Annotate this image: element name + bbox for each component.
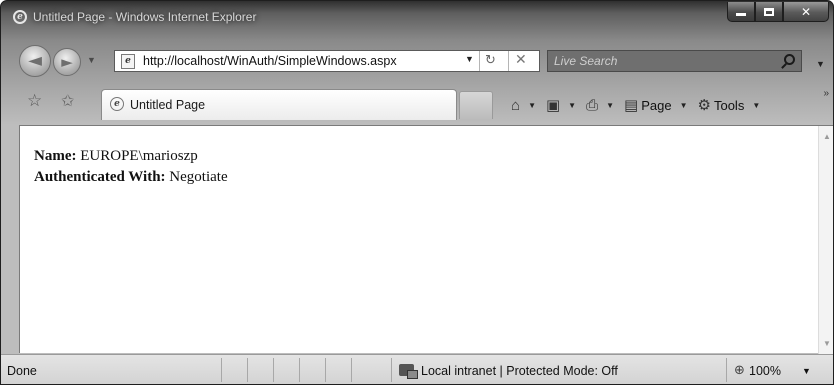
back-button[interactable]: ◄ — [19, 45, 51, 77]
command-buttons: ⌂ ▼ ▣ ▼ ⎙ ▼ ▤ Page ▼ ⚙ Tools ▼ — [511, 93, 770, 117]
recent-pages-dropdown-icon[interactable]: ▼ — [87, 55, 96, 65]
ie-logo-icon: e — [13, 10, 27, 24]
status-divider — [247, 358, 248, 382]
forward-arrow-icon: ► — [61, 53, 73, 71]
tools-menu-button[interactable]: ⚙ Tools ▼ — [698, 96, 771, 114]
maximize-icon — [764, 7, 774, 16]
add-to-favorites-icon[interactable]: ✩ — [61, 91, 74, 111]
page-content: Name: EUROPE\marioszp Authenticated With… — [19, 125, 833, 354]
auth-line: Authenticated With: Negotiate — [34, 169, 228, 186]
page-menu-button[interactable]: ▤ Page ▼ — [624, 96, 697, 114]
minimize-button[interactable] — [727, 2, 755, 22]
favorites-center-icon[interactable]: ☆ — [27, 91, 42, 111]
close-button[interactable]: ✕ — [783, 2, 829, 22]
status-divider — [273, 358, 274, 382]
name-value: EUROPE\marioszp — [80, 148, 198, 164]
address-dropdown-icon[interactable]: ▼ — [465, 54, 474, 64]
tools-menu-label: Tools — [713, 97, 745, 113]
gear-icon: ⚙ — [697, 97, 711, 114]
search-icon[interactable] — [784, 54, 795, 65]
search-box — [547, 50, 802, 72]
title-bar[interactable]: e Untitled Page - Windows Internet Explo… — [1, 1, 833, 35]
status-divider — [325, 358, 326, 382]
chevron-down-icon: ▼ — [679, 100, 688, 110]
ie-logo-icon: e — [110, 97, 124, 111]
refresh-icon[interactable]: ↻ — [485, 52, 496, 68]
page-icon: ▤ — [624, 97, 639, 114]
status-divider — [351, 358, 352, 382]
status-divider — [221, 358, 222, 382]
address-input[interactable] — [143, 51, 473, 71]
auth-label: Authenticated With: — [34, 169, 166, 185]
address-separator — [508, 51, 509, 71]
tab-untitled-page[interactable]: e Untitled Page — [101, 89, 457, 120]
status-divider — [391, 358, 392, 382]
stop-icon[interactable]: ✕ — [515, 51, 527, 68]
home-button[interactable]: ⌂ ▼ — [511, 97, 546, 114]
name-label: Name: — [34, 148, 77, 164]
chevron-down-icon[interactable]: ▼ — [606, 101, 614, 110]
caption-buttons: ✕ — [727, 2, 829, 22]
auth-value: Negotiate — [169, 169, 228, 185]
zoom-dropdown-icon[interactable]: ▼ — [802, 366, 811, 376]
page-menu-label: Page — [641, 97, 672, 113]
chevron-down-icon: ▼ — [752, 100, 761, 110]
search-options-dropdown-icon[interactable]: ▼ — [816, 59, 825, 69]
address-bar: e ▼ ↻ ✕ — [114, 50, 540, 72]
feeds-button[interactable]: ▣ ▼ — [546, 96, 586, 114]
rss-feed-icon: ▣ — [545, 97, 561, 114]
status-divider — [299, 358, 300, 382]
search-input[interactable] — [554, 51, 764, 71]
minimize-icon — [736, 13, 746, 16]
navigation-bar: ◄ ► ▼ e ▼ ↻ ✕ ▼ — [1, 39, 833, 81]
scroll-down-icon[interactable]: ▼ — [823, 339, 831, 348]
page-favicon-icon: e — [121, 54, 135, 69]
address-separator — [479, 51, 480, 71]
forward-button[interactable]: ► — [53, 48, 81, 76]
close-icon: ✕ — [800, 4, 812, 19]
name-line: Name: EUROPE\marioszp — [34, 148, 198, 165]
home-icon: ⌂ — [511, 96, 521, 114]
zoom-level[interactable]: 100% — [749, 364, 781, 378]
scroll-up-icon[interactable]: ▲ — [823, 132, 831, 141]
status-divider — [726, 358, 727, 382]
chevron-down-icon[interactable]: ▼ — [528, 101, 536, 110]
security-zone-text[interactable]: Local intranet | Protected Mode: Off — [421, 364, 618, 378]
printer-icon: ⎙ — [586, 96, 599, 114]
vertical-scrollbar[interactable]: ▲ ▼ — [818, 126, 833, 354]
new-tab-button[interactable] — [459, 91, 493, 119]
print-button[interactable]: ⎙ ▼ — [586, 97, 624, 114]
chevron-down-icon[interactable]: ▼ — [568, 101, 576, 110]
network-zone-icon — [399, 364, 418, 379]
back-arrow-icon: ◄ — [28, 50, 42, 71]
window-title: Untitled Page - Windows Internet Explore… — [33, 10, 257, 24]
browser-window: e Untitled Page - Windows Internet Explo… — [0, 0, 834, 385]
maximize-button[interactable] — [755, 2, 783, 22]
tab-label: Untitled Page — [130, 98, 206, 112]
zoom-icon: ⊕ — [734, 362, 745, 377]
command-bar: ☆ ✩ e Untitled Page ⌂ ▼ ▣ ▼ ⎙ ▼ ▤ Page ▼ — [1, 86, 833, 124]
status-bar: Done Local intranet | Protected Mode: Of… — [1, 354, 833, 384]
toolbar-overflow-icon[interactable]: » — [823, 88, 829, 99]
status-text: Done — [7, 364, 37, 378]
